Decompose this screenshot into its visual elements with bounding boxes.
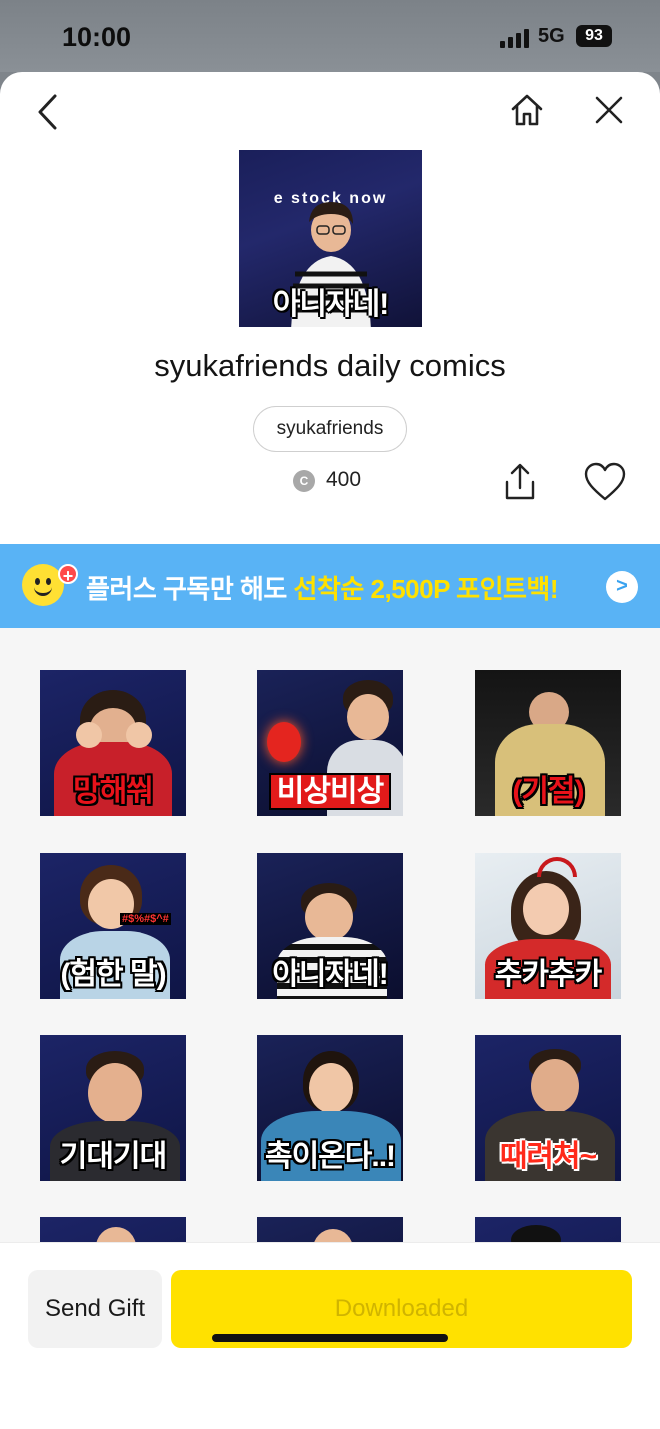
sticker-item[interactable]: (기절) (475, 670, 621, 816)
sticker-grid: 망해쒀 비상비상 (기절) #$%#$^# (험한 말) 아니자네! 추카추카 … (0, 628, 660, 1242)
share-button[interactable] (498, 460, 542, 504)
sticker-subtext: #$%#$^# (120, 913, 171, 925)
sticker-caption: 촉이온다..! (264, 1140, 396, 1173)
back-button[interactable] (27, 90, 71, 134)
sticker-caption: 기대기대 (59, 1140, 167, 1173)
heart-icon (584, 462, 626, 501)
status-time: 10:00 (62, 22, 132, 52)
send-gift-button[interactable]: Send Gift (28, 1270, 162, 1348)
sticker-caption: 때려쳐~ (499, 1140, 597, 1173)
sticker-item[interactable] (257, 1217, 403, 1242)
sticker-detail-sheet: e stock now 아니자네! syukafriends daily com… (0, 72, 660, 1429)
sticker-item[interactable]: 망해쒀 (40, 670, 186, 816)
sticker-item[interactable]: 추카추카 (475, 853, 621, 999)
sticker-item[interactable]: 아니자네! (257, 853, 403, 999)
coin-icon: C (293, 470, 315, 492)
plus-badge-icon: + (58, 564, 78, 586)
home-indicator (212, 1334, 448, 1342)
sticker-item[interactable]: 때려쳐~ (475, 1035, 621, 1181)
promo-text-main: 플러스 구독만 해도 (86, 574, 294, 604)
sticker-caption-text: 비상비상 (268, 773, 392, 810)
hero-sticker-image: e stock now 아니자네! (239, 150, 422, 327)
status-bar: 10:00 5G 93 (0, 0, 660, 72)
home-button[interactable] (505, 88, 549, 132)
cellular-signal-icon (500, 28, 532, 48)
sticker-item[interactable]: 비상비상 (257, 670, 403, 816)
share-icon (505, 463, 535, 500)
sticker-caption: 추카추카 (494, 958, 602, 991)
close-button[interactable] (587, 88, 631, 132)
promo-text-highlight: 선착순 2,500P 포인트백! (293, 574, 559, 604)
battery-icon: 93 (576, 25, 612, 47)
close-icon (595, 96, 623, 124)
sticker-caption: (험한 말) (60, 958, 166, 991)
sticker-caption: 아니자네! (272, 958, 388, 991)
chevron-left-icon (38, 94, 57, 130)
sticker-item[interactable]: #$%#$^# (험한 말) (40, 853, 186, 999)
sticker-item[interactable]: 촉이온다..! (257, 1035, 403, 1181)
sticker-caption: 비상비상 (257, 766, 403, 810)
promo-banner[interactable]: + 플러스 구독만 해도 선착순 2,500P 포인트백! > (0, 544, 660, 628)
promo-text: 플러스 구독만 해도 선착순 2,500P 포인트백! (86, 569, 559, 606)
sticker-caption: (기절) (512, 775, 584, 808)
sticker-item[interactable] (475, 1217, 621, 1242)
artist-button[interactable]: syukafriends (253, 406, 407, 452)
sticker-caption: 망해쒀 (73, 775, 154, 808)
network-type: 5G (538, 25, 565, 47)
hero-caption: 아니자네! (272, 288, 389, 321)
sticker-item[interactable]: 기대기대 (40, 1035, 186, 1181)
favorite-button[interactable] (581, 458, 629, 506)
home-icon (511, 94, 543, 126)
sticker-pack-title: syukafriends daily comics (154, 348, 506, 383)
sticker-item[interactable] (40, 1217, 186, 1242)
chevron-right-icon[interactable]: > (606, 571, 638, 603)
price-value: 400 (326, 468, 362, 491)
